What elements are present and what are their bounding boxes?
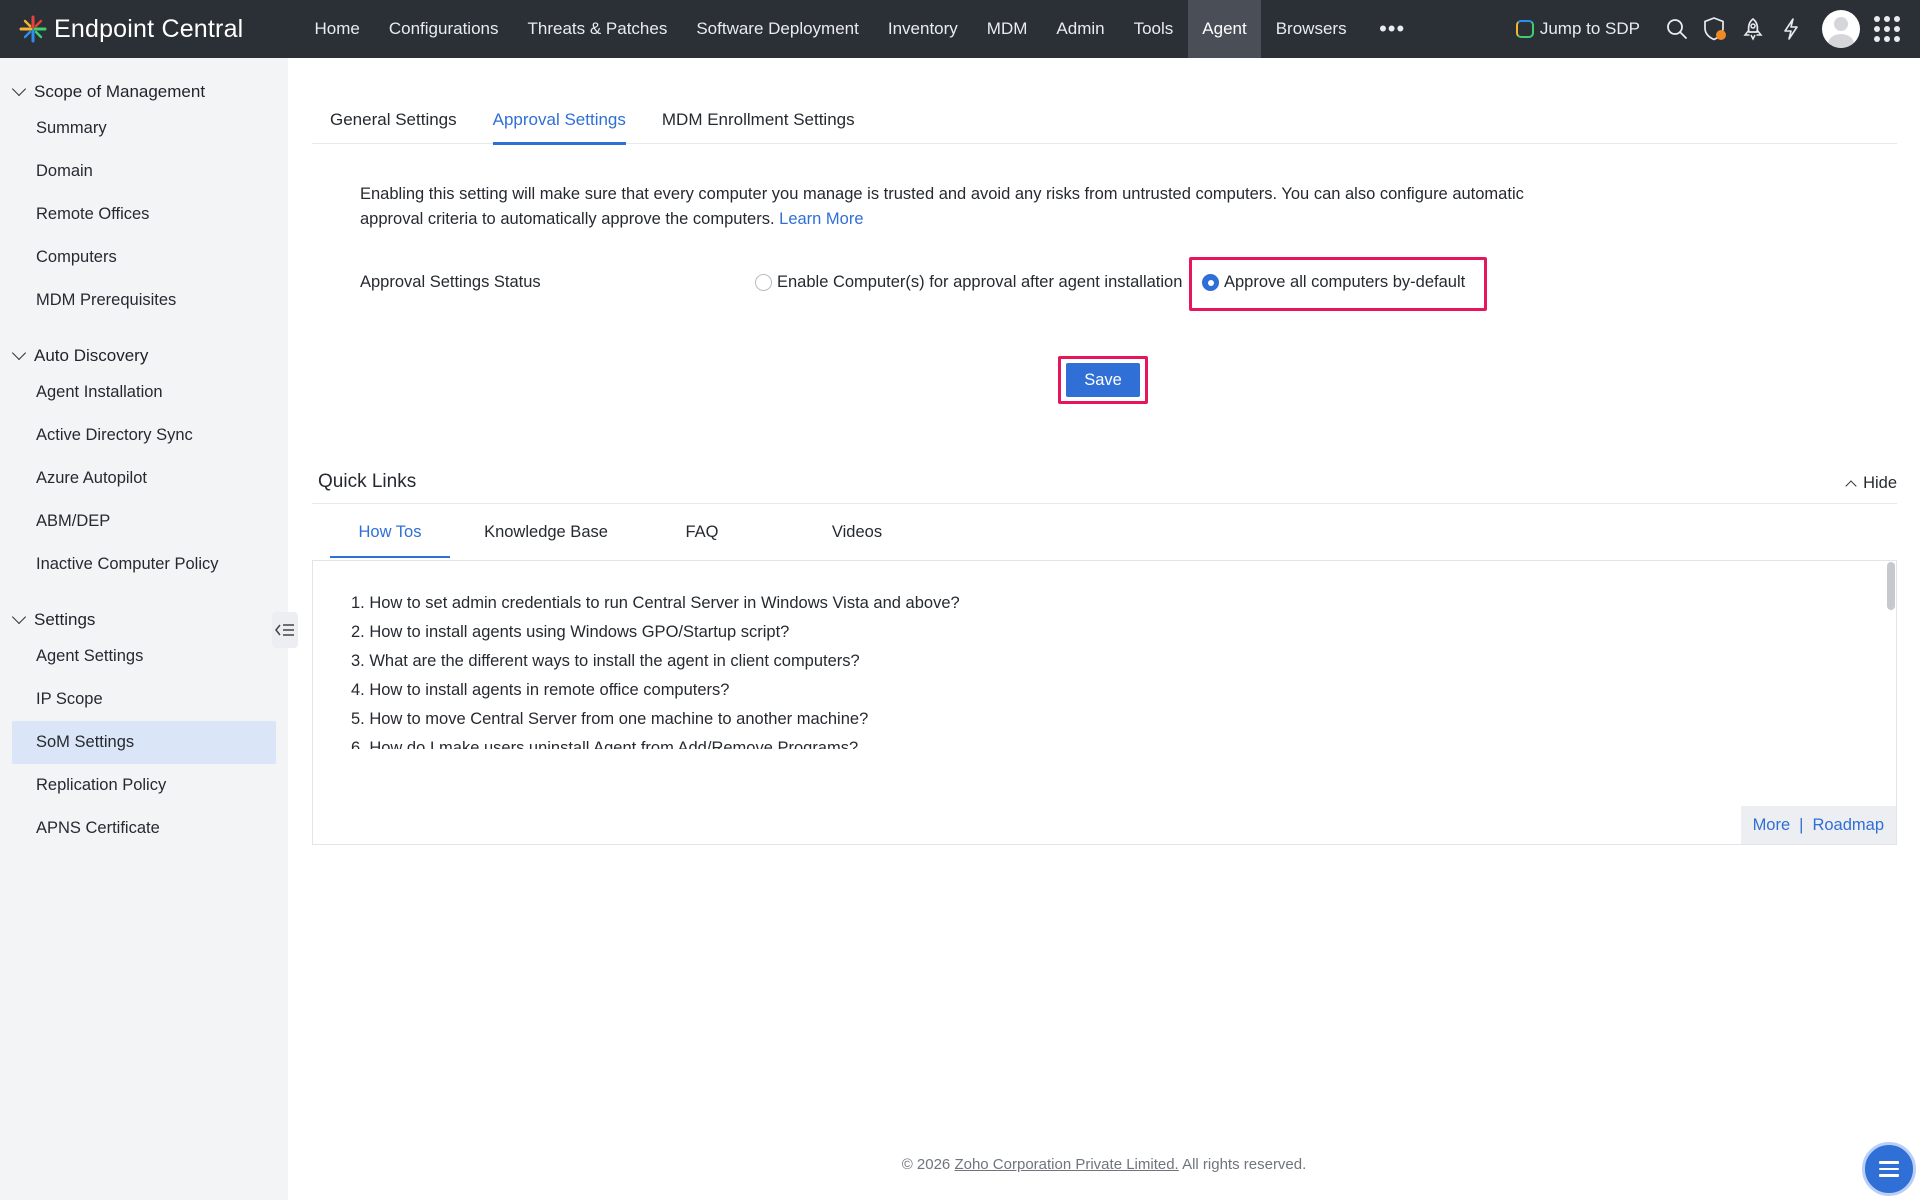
avatar[interactable] xyxy=(1822,10,1860,48)
quick-links-scrollbar[interactable] xyxy=(1887,562,1895,610)
settings-tabs: General Settings Approval Settings MDM E… xyxy=(312,96,1897,145)
lightning-icon[interactable] xyxy=(1772,0,1810,58)
tab-faq[interactable]: FAQ xyxy=(642,514,762,558)
topbar-actions: Jump to SDP xyxy=(1515,0,1920,58)
sidebar-section-title: Auto Discovery xyxy=(34,346,149,365)
quick-links-footer: More | Roadmap xyxy=(1740,806,1896,844)
top-navigation-bar: Endpoint Central Home Configurations Thr… xyxy=(0,0,1920,58)
footer-prefix: © 2026 xyxy=(901,1156,955,1173)
apps-grid-icon[interactable] xyxy=(1874,16,1900,42)
quick-links-panel: 1. How to set admin credentials to run C… xyxy=(312,560,1897,845)
hide-quick-links-button[interactable]: Hide xyxy=(1845,474,1897,493)
radio-button-unchecked[interactable] xyxy=(755,274,772,291)
sidebar-section-settings[interactable]: Settings xyxy=(0,605,288,635)
footer-company-link[interactable]: Zoho Corporation Private Limited. xyxy=(954,1156,1178,1173)
tab-approval-settings[interactable]: Approval Settings xyxy=(492,96,627,145)
nav-browsers[interactable]: Browsers xyxy=(1261,0,1361,58)
nav-inventory[interactable]: Inventory xyxy=(873,0,972,58)
sidebar-item-abm-dep[interactable]: ABM/DEP xyxy=(0,500,288,543)
sdp-icon xyxy=(1515,20,1534,38)
tab-knowledge-base[interactable]: Knowledge Base xyxy=(450,514,642,558)
jump-to-sdp-button[interactable]: Jump to SDP xyxy=(1515,19,1640,39)
chevron-up-icon xyxy=(1845,479,1857,492)
nav-more-icon[interactable]: ••• xyxy=(1361,0,1423,58)
hide-label: Hide xyxy=(1863,474,1897,492)
nav-admin[interactable]: Admin xyxy=(1042,0,1119,58)
radio-enable-for-approval[interactable]: Enable Computer(s) for approval after ag… xyxy=(755,273,1182,292)
radio-approve-all-computers-label: Approve all computers by-default xyxy=(1224,273,1466,291)
brand[interactable]: Endpoint Central xyxy=(0,14,300,44)
main-content: General Settings Approval Settings MDM E… xyxy=(288,58,1920,1200)
sidebar-item-apns-certificate[interactable]: APNS Certificate xyxy=(0,807,288,850)
sidebar-item-mdm-prerequisites[interactable]: MDM Prerequisites xyxy=(0,279,288,322)
rocket-icon[interactable] xyxy=(1734,0,1772,58)
how-to-link[interactable]: 5. How to move Central Server from one m… xyxy=(351,705,1831,734)
chevron-down-icon xyxy=(11,345,27,361)
sidebar-item-domain[interactable]: Domain xyxy=(0,150,288,193)
save-button[interactable]: Save xyxy=(1066,363,1140,397)
footer-suffix: All rights reserved. xyxy=(1178,1156,1307,1173)
search-icon[interactable] xyxy=(1658,0,1696,58)
sidebar-item-replication-policy[interactable]: Replication Policy xyxy=(0,764,288,807)
sidebar-item-agent-installation[interactable]: Agent Installation xyxy=(0,371,288,414)
link-separator: | xyxy=(1799,815,1804,834)
page-footer: © 2026 Zoho Corporation Private Limited.… xyxy=(288,1156,1920,1173)
sidebar: Scope of Management Summary Domain Remot… xyxy=(0,58,288,1200)
sidebar-section-title: Scope of Management xyxy=(34,82,206,101)
more-link[interactable]: More xyxy=(1753,816,1791,835)
sidebar-item-computers[interactable]: Computers xyxy=(0,236,288,279)
sidebar-item-inactive-computer-policy[interactable]: Inactive Computer Policy xyxy=(0,543,288,586)
chat-menu-icon[interactable] xyxy=(1862,1142,1916,1196)
sidebar-section-title: Settings xyxy=(34,610,96,629)
nav-home[interactable]: Home xyxy=(300,0,374,58)
nav-tools[interactable]: Tools xyxy=(1119,0,1188,58)
approval-description-text: Enabling this setting will make sure tha… xyxy=(360,185,1524,228)
nav-software-deployment[interactable]: Software Deployment xyxy=(682,0,874,58)
endpoint-central-logo-icon xyxy=(18,14,48,44)
how-to-link[interactable]: 6. How do I make users uninstall Agent f… xyxy=(351,734,1831,749)
nav-configurations[interactable]: Configurations xyxy=(374,0,513,58)
sidebar-item-azure-autopilot[interactable]: Azure Autopilot xyxy=(0,457,288,500)
radio-enable-for-approval-label: Enable Computer(s) for approval after ag… xyxy=(777,273,1183,291)
tab-general-settings[interactable]: General Settings xyxy=(330,96,457,144)
main-nav: Home Configurations Threats & Patches So… xyxy=(300,0,1423,58)
nav-mdm[interactable]: MDM xyxy=(972,0,1042,58)
tab-mdm-enrollment-settings[interactable]: MDM Enrollment Settings xyxy=(662,96,855,144)
approval-status-label: Approval Settings Status xyxy=(360,273,541,291)
how-to-link[interactable]: 3. What are the different ways to instal… xyxy=(351,647,1831,676)
roadmap-link[interactable]: Roadmap xyxy=(1812,816,1884,835)
quick-links-header: Quick Links Hide xyxy=(312,466,1897,504)
nav-agent[interactable]: Agent xyxy=(1187,0,1262,58)
sidebar-item-active-directory-sync[interactable]: Active Directory Sync xyxy=(0,414,288,457)
brand-name: Endpoint Central xyxy=(54,14,244,43)
shield-alert-icon[interactable] xyxy=(1696,0,1734,58)
tab-how-tos[interactable]: How Tos xyxy=(330,514,450,558)
sidebar-section-auto-discovery[interactable]: Auto Discovery xyxy=(0,341,288,371)
how-tos-list: 1. How to set admin credentials to run C… xyxy=(351,589,1831,749)
nav-threats-patches[interactable]: Threats & Patches xyxy=(513,0,682,58)
sidebar-section-scope-of-management[interactable]: Scope of Management xyxy=(0,77,288,107)
chevron-down-icon xyxy=(11,609,27,625)
approval-description: Enabling this setting will make sure tha… xyxy=(360,182,1560,232)
sidebar-item-agent-settings[interactable]: Agent Settings xyxy=(0,635,288,678)
how-to-link[interactable]: 2. How to install agents using Windows G… xyxy=(351,618,1831,647)
how-to-link[interactable]: 4. How to install agents in remote offic… xyxy=(351,676,1831,705)
radio-approve-all-computers[interactable]: Approve all computers by-default xyxy=(1202,273,1465,292)
tab-videos[interactable]: Videos xyxy=(762,514,952,558)
chevron-down-icon xyxy=(11,81,27,97)
quick-links-title: Quick Links xyxy=(318,471,417,492)
sidebar-item-som-settings[interactable]: SoM Settings xyxy=(12,721,276,764)
how-to-link[interactable]: 1. How to set admin credentials to run C… xyxy=(351,589,1831,618)
sidebar-item-remote-offices[interactable]: Remote Offices xyxy=(0,193,288,236)
sidebar-item-ip-scope[interactable]: IP Scope xyxy=(0,678,288,721)
jump-to-sdp-label: Jump to SDP xyxy=(1539,19,1640,38)
radio-button-checked[interactable] xyxy=(1202,274,1219,291)
quick-links-tabs: How Tos Knowledge Base FAQ Videos xyxy=(330,514,952,558)
sidebar-item-summary[interactable]: Summary xyxy=(0,107,288,150)
learn-more-link[interactable]: Learn More xyxy=(779,210,863,228)
